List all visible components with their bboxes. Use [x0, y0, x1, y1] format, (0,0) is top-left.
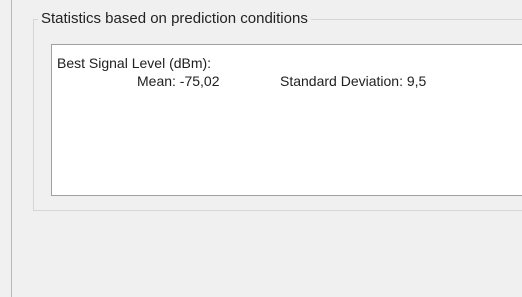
best-signal-level-label: Best Signal Level (dBm):: [57, 55, 212, 71]
statistics-values-line: Mean: -75,02 Standard Deviation: 9,5: [137, 72, 522, 90]
statistics-result-panel[interactable]: Best Signal Level (dBm): Mean: -75,02 St…: [51, 44, 522, 196]
mean-value: Mean: -75,02: [137, 73, 220, 89]
statistics-group-title: Statistics based on prediction condition…: [38, 9, 311, 29]
standard-deviation-value: Standard Deviation: 9,5: [280, 73, 427, 89]
window-left-edge: [11, 0, 12, 297]
statistics-dialog: Statistics based on prediction condition…: [0, 0, 522, 297]
